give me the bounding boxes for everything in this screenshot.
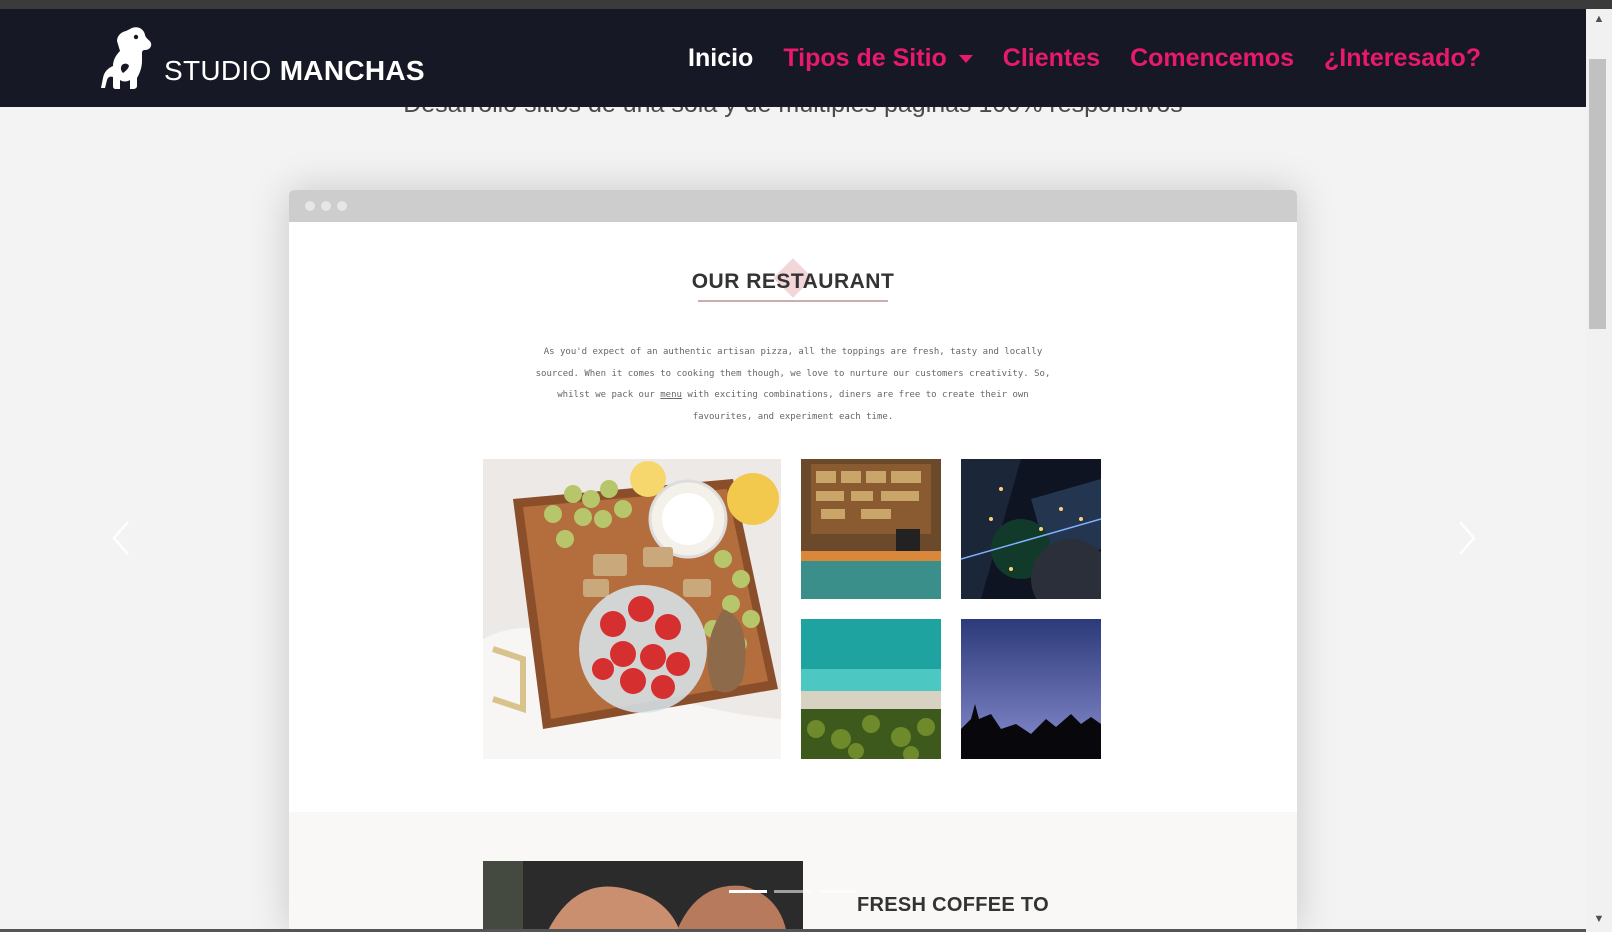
scroll-down-arrow-icon[interactable]: ▼	[1586, 909, 1612, 929]
scroll-up-arrow-icon[interactable]: ▲	[1586, 9, 1612, 29]
coffee-hands-image	[483, 861, 803, 932]
slide-heading: OUR RESTAURANT	[289, 258, 1297, 302]
slide-section-coffee: FRESH COFFEE TO	[289, 812, 1297, 932]
window-dot-icon	[321, 201, 331, 211]
nav-item-inicio[interactable]: Inicio	[688, 44, 753, 73]
window-dot-icon	[305, 201, 315, 211]
carousel-prev-button[interactable]	[108, 518, 132, 558]
section2-heading: FRESH COFFEE TO	[857, 894, 1049, 916]
carousel-next-button[interactable]	[1456, 518, 1480, 558]
gallery-image-coffee-shop	[801, 459, 941, 599]
chevron-left-icon	[112, 521, 129, 555]
chevron-down-icon	[958, 55, 973, 63]
slide-heading-text: OUR RESTAURANT	[691, 270, 895, 293]
brand-name-light: STUDIO	[164, 55, 272, 86]
gallery-image-fruit-tray	[483, 459, 781, 759]
dog-logo-icon	[101, 27, 152, 89]
heading-underline	[698, 300, 888, 302]
page-scrollbar[interactable]: ▲ ▼	[1586, 9, 1612, 932]
gallery-image-city-night	[961, 459, 1101, 599]
carousel-indicator-3[interactable]	[819, 890, 857, 893]
window-dot-icon	[337, 201, 347, 211]
nav-item-tipos-label: Tipos de Sitio	[783, 43, 947, 72]
scrollbar-thumb[interactable]	[1589, 59, 1606, 329]
navbar: STUDIO MANCHAS Inicio Tipos de Sitio Cli…	[0, 9, 1586, 107]
gallery-image-night-sky	[961, 619, 1101, 759]
browser-top-strip	[0, 0, 1612, 9]
slide-paragraph-part2: with exciting combinations, diners are f…	[687, 390, 1029, 422]
mockup-window-bar	[289, 190, 1297, 222]
slide-paragraph: As you'd expect of an authentic artisan …	[533, 342, 1053, 428]
nav-item-interesado[interactable]: ¿Interesado?	[1324, 44, 1481, 73]
brand-name-bold: MANCHAS	[279, 55, 425, 86]
brand-name: STUDIO MANCHAS	[164, 55, 425, 87]
carousel-slide-browser-mockup: OUR RESTAURANT As you'd expect of an aut…	[289, 190, 1297, 932]
menu-link[interactable]: menu	[660, 390, 682, 400]
carousel-indicator-1[interactable]	[729, 890, 767, 893]
chevron-right-icon	[1459, 521, 1476, 555]
carousel-indicators	[729, 890, 857, 893]
brand-link[interactable]: STUDIO MANCHAS	[100, 25, 425, 91]
carousel-indicator-2[interactable]	[774, 890, 812, 893]
nav-item-clientes[interactable]: Clientes	[1003, 44, 1100, 73]
gallery-image-beach-aerial	[801, 619, 941, 759]
nav-item-comencemos[interactable]: Comencemos	[1130, 44, 1294, 73]
nav-item-tipos-de-sitio[interactable]: Tipos de Sitio	[783, 43, 973, 73]
main-nav: Inicio Tipos de Sitio Clientes Comencemo…	[688, 9, 1481, 107]
